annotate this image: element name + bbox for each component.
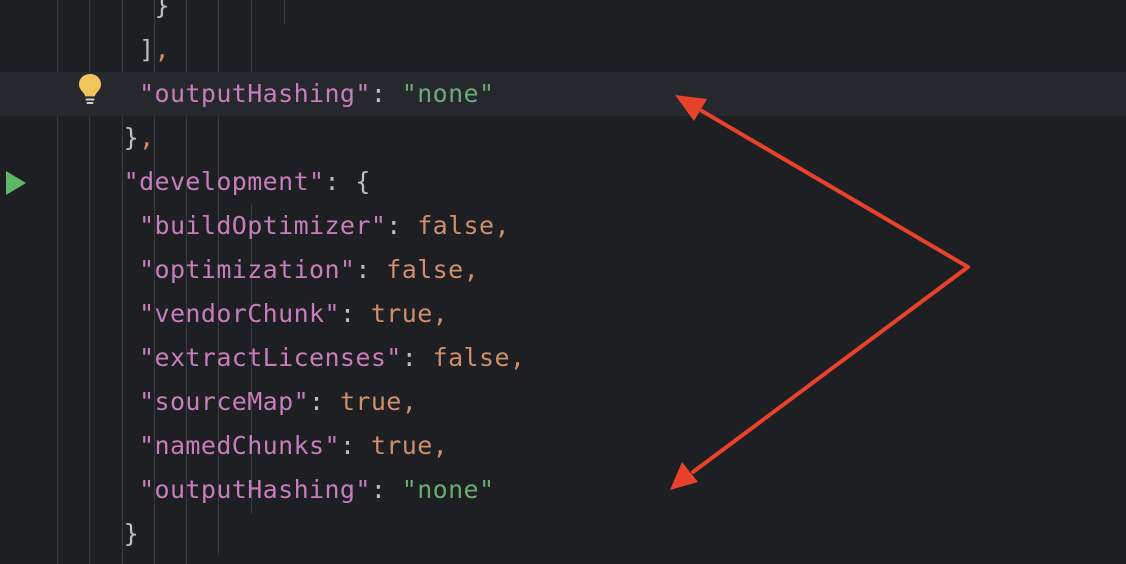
code-editor[interactable]: } ], "outputHashing": "none" }, "develop… <box>0 0 1126 564</box>
red-annotation-arrows <box>670 95 970 490</box>
